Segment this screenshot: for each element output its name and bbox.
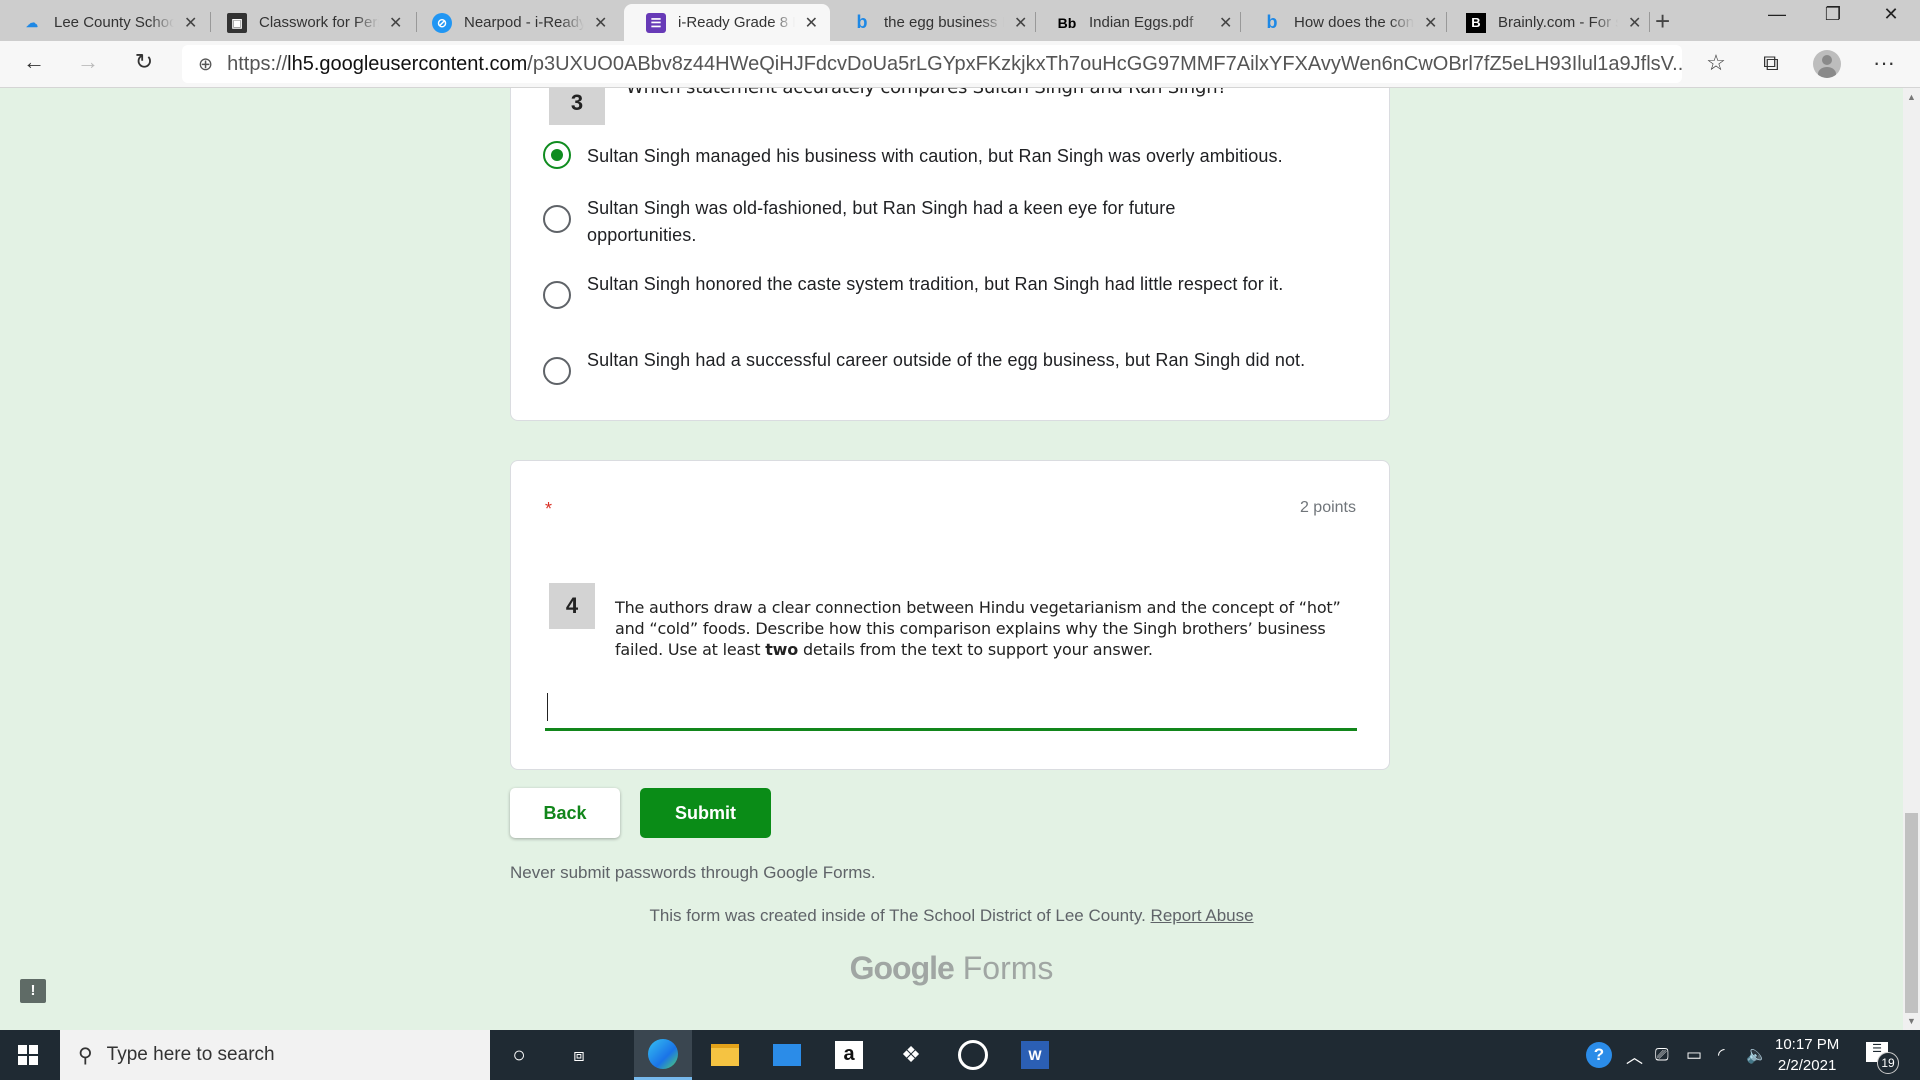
collections-icon[interactable]: ⧉: [1755, 50, 1787, 76]
more-menu-icon[interactable]: ···: [1868, 50, 1900, 76]
back-arrow-icon[interactable]: ←: [18, 49, 50, 75]
address-bar[interactable]: ⊕ https://lh5.googleusercontent.com/p3UX…: [182, 45, 1682, 83]
wifi-icon[interactable]: ◜: [1718, 1030, 1725, 1080]
option-1[interactable]: Sultan Singh managed his business with c…: [543, 141, 1363, 170]
blackboard-icon: Bb: [1057, 14, 1077, 31]
amazon-icon[interactable]: a: [820, 1030, 878, 1080]
cortana-icon[interactable]: ○: [490, 1030, 548, 1080]
url-path: /p3UXUO0ABbv8z44HWeQiHJFdcvDoUa5rLGYpxFK…: [527, 52, 1682, 75]
close-window-button[interactable]: ✕: [1871, 4, 1911, 25]
help-icon[interactable]: ?: [1586, 1030, 1612, 1080]
option-4[interactable]: Sultan Singh had a successful career out…: [543, 347, 1363, 385]
required-asterisk: *: [545, 499, 553, 519]
bing-icon: b: [1266, 12, 1278, 32]
minimize-button[interactable]: —: [1757, 4, 1797, 25]
report-abuse-link[interactable]: Report Abuse: [1151, 906, 1254, 925]
submit-button[interactable]: Submit: [640, 788, 771, 838]
volume-icon[interactable]: 🔈: [1746, 1030, 1767, 1080]
brainly-icon: B: [1466, 12, 1486, 33]
file-explorer-icon[interactable]: [696, 1030, 754, 1080]
feedback-icon[interactable]: !: [20, 979, 46, 1003]
close-tab-icon[interactable]: ✕: [594, 13, 607, 33]
taskbar-search-box[interactable]: ⚲ Type here to search: [60, 1030, 490, 1080]
close-tab-icon[interactable]: ✕: [389, 13, 402, 33]
nearpod-icon: ⊘: [432, 12, 452, 33]
browser-toolbar: ← → ↻ ⊕ https://lh5.googleusercontent.co…: [0, 41, 1920, 88]
text-caret: [547, 693, 548, 721]
globe-icon: ⊕: [198, 53, 214, 74]
scrollbar-thumb[interactable]: [1905, 813, 1918, 1013]
word-icon[interactable]: W: [1006, 1030, 1064, 1080]
form-page: 3 Which statement accurately compares Su…: [0, 88, 1903, 1030]
back-button[interactable]: Back: [510, 788, 620, 838]
windows-start-icon[interactable]: [18, 1045, 38, 1065]
form-origin-notice: This form was created inside of The Scho…: [649, 906, 1254, 925]
google-forms-logo[interactable]: Google Forms: [0, 950, 1903, 987]
question-title: Which statement accurately compares Sult…: [626, 88, 1227, 98]
close-tab-icon[interactable]: ✕: [1628, 13, 1641, 33]
system-clock[interactable]: 10:17 PM 2/2/2021: [1775, 1034, 1839, 1076]
close-tab-icon[interactable]: ✕: [1219, 13, 1232, 33]
close-tab-icon[interactable]: ✕: [805, 13, 818, 33]
mail-icon[interactable]: [758, 1030, 816, 1080]
windows-taskbar: ⚲ Type here to search ○ ⧈ a ❖ W ? ︿ ⎚ ▭ …: [0, 1030, 1920, 1080]
question-number-box: 4: [549, 583, 595, 629]
tab-iready-form[interactable]: ☰ i-Ready Grade 8 Lesson ✕: [624, 4, 830, 41]
radio-button[interactable]: [543, 205, 571, 233]
lee-county-icon: ☁: [26, 15, 38, 30]
show-hidden-icons-chevron[interactable]: ︿: [1626, 1030, 1643, 1080]
close-tab-icon[interactable]: ✕: [184, 13, 197, 33]
question-number-box: 3: [549, 88, 605, 125]
refresh-icon[interactable]: ↻: [128, 49, 160, 75]
tab-lee-county[interactable]: ☁ Lee County Schools ✕: [0, 4, 209, 41]
task-view-icon[interactable]: ⧈: [550, 1030, 608, 1080]
question-card-3: 3 Which statement accurately compares Su…: [510, 88, 1390, 421]
option-3[interactable]: Sultan Singh honored the caste system tr…: [543, 271, 1363, 309]
scroll-up-arrow[interactable]: ▲: [1907, 92, 1916, 102]
radio-button[interactable]: [543, 357, 571, 385]
page-scrollbar[interactable]: ▲ ▼: [1903, 88, 1920, 1030]
tab-indian-eggs[interactable]: Bb Indian Eggs.pdf ✕: [1035, 4, 1244, 41]
points-label: 2 points: [1299, 499, 1356, 516]
dropbox-icon[interactable]: ❖: [882, 1030, 940, 1080]
edge-icon[interactable]: [634, 1030, 692, 1080]
tab-how-does[interactable]: b How does the conn ✕: [1240, 4, 1449, 41]
option-2[interactable]: Sultan Singh was old-fashioned, but Ran …: [543, 195, 1363, 249]
tab-egg-business[interactable]: b the egg business In ✕: [830, 4, 1039, 41]
battery-icon[interactable]: ▭: [1686, 1030, 1702, 1080]
question-card-4: * 2 points 4 The authors draw a clear co…: [510, 460, 1390, 770]
url-scheme: https://: [227, 52, 288, 75]
tab-nearpod[interactable]: ⊘ Nearpod - i-Ready ✕: [410, 4, 619, 41]
google-forms-icon: ☰: [646, 12, 666, 33]
bing-icon: b: [856, 12, 868, 32]
scroll-down-arrow[interactable]: ▼: [1907, 1016, 1916, 1026]
camera-icon[interactable]: ⎚: [1655, 1030, 1669, 1080]
tab-strip: ☁ Lee County Schools ✕ ▣ Classwork for P…: [0, 0, 1920, 41]
profile-avatar[interactable]: [1813, 50, 1841, 78]
search-icon: ⚲: [78, 1044, 93, 1067]
radio-button-selected[interactable]: [543, 141, 571, 169]
password-warning: Never submit passwords through Google Fo…: [510, 863, 876, 882]
classroom-icon: ▣: [227, 12, 247, 33]
app-icon[interactable]: [944, 1030, 1002, 1080]
close-tab-icon[interactable]: ✕: [1424, 13, 1437, 33]
answer-input[interactable]: [545, 687, 1357, 731]
tab-classwork[interactable]: ▣ Classwork for Period ✕: [205, 4, 414, 41]
tab-brainly[interactable]: B Brainly.com - For s ✕: [1444, 4, 1653, 41]
url-host: lh5.googleusercontent.com: [287, 52, 528, 75]
notification-count-badge: 19: [1877, 1052, 1899, 1074]
new-tab-button[interactable]: +: [1655, 6, 1670, 37]
close-tab-icon[interactable]: ✕: [1014, 13, 1027, 33]
tab-separator: [1649, 12, 1650, 32]
restore-button[interactable]: ❐: [1813, 4, 1853, 25]
radio-button[interactable]: [543, 281, 571, 309]
favorites-icon[interactable]: ☆: [1700, 50, 1732, 76]
forward-arrow-icon[interactable]: →: [72, 49, 104, 75]
question-prompt: The authors draw a clear connection betw…: [615, 598, 1341, 659]
